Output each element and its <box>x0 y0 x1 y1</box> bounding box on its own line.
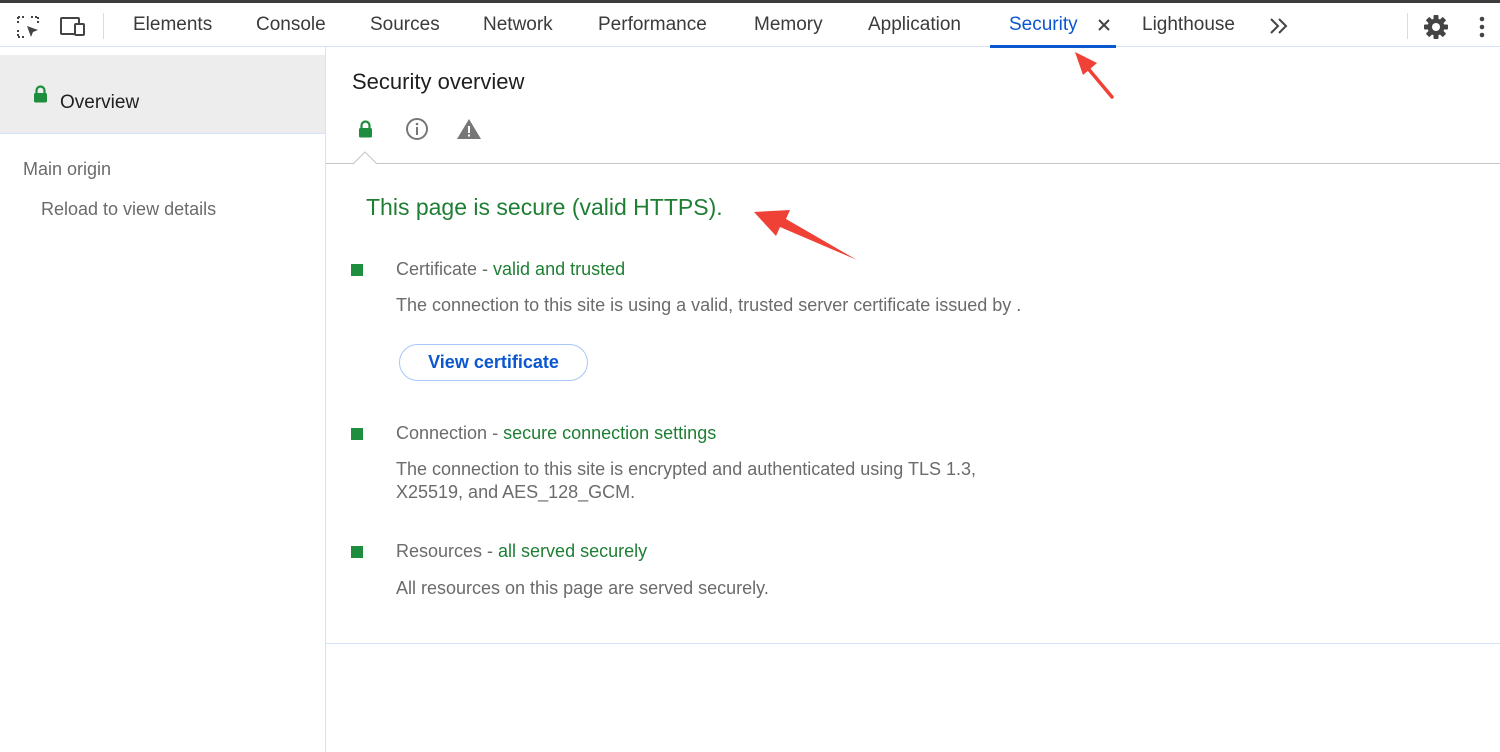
connection-label: Connection <box>396 423 488 443</box>
tab-console[interactable]: Console <box>256 3 326 47</box>
tab-elements[interactable]: Elements <box>133 3 212 47</box>
connection-status: secure connection settings <box>503 423 717 443</box>
toolbar-divider <box>1407 13 1408 39</box>
tab-lighthouse[interactable]: Lighthouse <box>1142 3 1235 47</box>
security-sidebar: Overview Main origin Reload to view deta… <box>0 47 326 752</box>
connection-heading: Connection - secure connection settings <box>396 423 716 444</box>
toolbar-divider <box>103 13 104 39</box>
tab-network[interactable]: Network <box>483 3 553 47</box>
element-picker-icon[interactable] <box>14 13 42 41</box>
status-bullet <box>351 428 363 440</box>
resources-heading: Resources - all served securely <box>396 541 647 562</box>
view-certificate-button[interactable]: View certificate <box>399 344 588 381</box>
heading-separator: - <box>477 259 494 279</box>
connection-description: The connection to this site is encrypted… <box>396 459 977 502</box>
tab-performance[interactable]: Performance <box>598 3 707 47</box>
heading-separator: - <box>482 541 499 561</box>
status-bullet <box>351 546 363 558</box>
tab-security[interactable]: Security <box>990 3 1116 48</box>
selected-filter-caret <box>353 151 377 165</box>
certificate-label: Certificate <box>396 259 478 279</box>
devtools-tab-bar: Elements Console Sources Network Perform… <box>0 0 1500 48</box>
lock-icon <box>33 85 48 108</box>
certificate-heading: Certificate - valid and trusted <box>396 259 625 280</box>
info-icon[interactable] <box>404 116 430 142</box>
status-bullet <box>351 264 363 276</box>
sidebar-item-overview[interactable]: Overview <box>0 55 325 134</box>
sidebar-item-label: Overview <box>60 92 140 113</box>
resources-label: Resources <box>396 541 483 561</box>
warning-icon[interactable] <box>456 116 482 142</box>
resources-status: all served securely <box>498 541 648 561</box>
security-overview-panel: Security overview This page is secure (v… <box>326 47 1500 752</box>
main-origin-heading: Main origin <box>23 159 112 179</box>
close-icon[interactable] <box>1094 15 1114 35</box>
tab-application[interactable]: Application <box>868 3 961 47</box>
gear-icon[interactable] <box>1422 13 1450 41</box>
page-title: Security overview <box>352 69 525 94</box>
kebab-menu-icon[interactable] <box>1468 13 1496 41</box>
header-divider <box>326 163 1500 164</box>
tab-sources[interactable]: Sources <box>370 3 440 47</box>
certificate-status: valid and trusted <box>493 259 626 279</box>
security-summary-text: This page is secure (valid HTTPS). <box>366 194 723 220</box>
resources-description: All resources on this page are served se… <box>396 578 769 598</box>
more-tabs-icon[interactable] <box>1266 15 1292 37</box>
lock-icon[interactable] <box>352 116 378 142</box>
certificate-description: The connection to this site is using a v… <box>396 295 1022 315</box>
tab-memory[interactable]: Memory <box>754 3 823 47</box>
reload-details-link[interactable]: Reload to view details <box>41 199 216 220</box>
heading-separator: - <box>487 423 504 443</box>
section-divider <box>326 643 1500 644</box>
device-toolbar-icon[interactable] <box>59 13 87 41</box>
